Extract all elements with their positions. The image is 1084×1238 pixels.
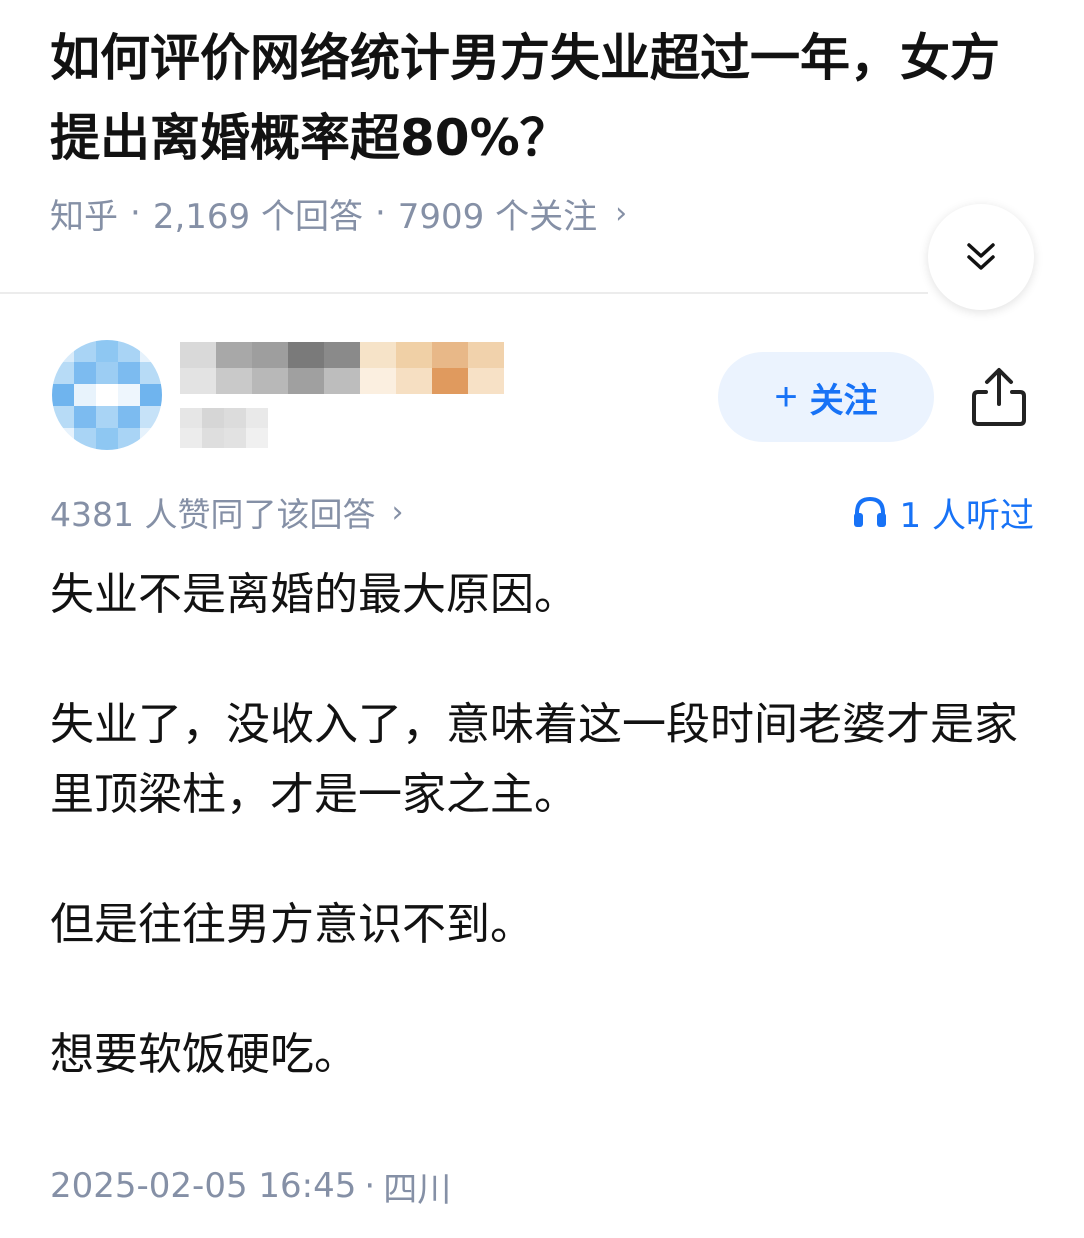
answer-paragraph: 想要软饭硬吃。 — [50, 1029, 358, 1080]
name-pixel — [324, 342, 360, 368]
meta-separator: · — [130, 193, 141, 233]
avatar[interactable] — [52, 340, 162, 450]
avatar-pixel — [74, 340, 96, 362]
meta-separator: · — [374, 193, 386, 233]
avatar-pixel — [96, 384, 118, 406]
avatar-pixel — [74, 406, 96, 428]
question-meta[interactable]: 知乎 · 2,169 个回答 · 7909 个关注 › — [50, 188, 627, 238]
question-title[interactable]: 如何评价网络统计男方失业超过一年，女方提出离婚概率超80%？ — [50, 18, 1040, 178]
avatar-pixel — [140, 362, 162, 384]
answer-content: 失业不是离婚的最大原因。 失业了，没收入了，意味着这一段时间老婆才是家里顶梁柱，… — [50, 560, 1040, 1150]
avatar-pixel — [140, 428, 162, 450]
avatar-pixel — [74, 384, 96, 406]
listen-count: 1 人听过 — [899, 495, 1034, 536]
answer-count: 2,169 个回答 — [152, 196, 363, 237]
author-name-blurred[interactable] — [180, 342, 504, 394]
avatar-pixel — [118, 406, 140, 428]
avatar-pixel — [118, 362, 140, 384]
answer-paragraph: 失业不是离婚的最大原因。 — [50, 569, 578, 620]
share-icon — [972, 368, 1026, 426]
avatar-pixel — [52, 428, 74, 450]
name-pixel — [288, 342, 324, 368]
name-pixel — [432, 368, 468, 394]
follow-label: 关注 — [809, 381, 878, 420]
location: 四川 — [383, 1169, 452, 1210]
follower-count: 7909 个关注 — [397, 196, 598, 237]
name-pixel — [468, 368, 504, 394]
name-pixel — [252, 342, 288, 368]
name-pixel — [396, 368, 432, 394]
avatar-pixel — [52, 384, 74, 406]
headline-pixel — [180, 408, 202, 428]
avatar-pixel — [52, 340, 74, 362]
headline-pixel — [224, 428, 246, 448]
name-pixel — [324, 368, 360, 394]
avatar-pixel — [74, 362, 96, 384]
answer-paragraph: 失业了，没收入了，意味着这一段时间老婆才是家里顶梁柱，才是一家之主。 — [50, 699, 1018, 820]
avatar-pixel — [52, 362, 74, 384]
name-pixel — [360, 342, 396, 368]
avatar-pixel — [96, 362, 118, 384]
headline-pixel — [246, 428, 268, 448]
vote-summary[interactable]: 4381 人赞同了该回答 › — [50, 488, 403, 536]
avatar-pixel — [52, 406, 74, 428]
avatar-pixel — [140, 406, 162, 428]
avatar-pixel — [118, 340, 140, 362]
avatar-pixel — [140, 384, 162, 406]
answer-paragraph: 但是往往男方意识不到。 — [50, 899, 534, 950]
headline-pixel — [202, 428, 224, 448]
divider — [0, 292, 928, 294]
double-chevron-down-icon — [967, 243, 995, 270]
avatar-pixel — [118, 428, 140, 450]
headline-pixel — [246, 408, 268, 428]
plus-icon: + — [774, 374, 798, 419]
name-pixel — [396, 342, 432, 368]
avatar-pixel — [96, 428, 118, 450]
avatar-pixel — [96, 406, 118, 428]
headline-pixel — [224, 408, 246, 428]
vote-count: 4381 人赞同了该回答 — [50, 495, 376, 534]
author-headline-blurred — [180, 408, 268, 448]
avatar-pixel — [140, 340, 162, 362]
chevron-right-icon: › — [391, 494, 404, 530]
name-pixel — [216, 368, 252, 394]
avatar-pixel — [118, 384, 140, 406]
share-button[interactable] — [966, 364, 1032, 430]
avatar-pixel — [96, 340, 118, 362]
name-pixel — [360, 368, 396, 394]
name-pixel — [288, 368, 324, 394]
meta-separator: · — [364, 1166, 376, 1206]
expand-button[interactable] — [928, 204, 1034, 310]
name-pixel — [216, 342, 252, 368]
name-pixel — [180, 342, 216, 368]
chevron-right-icon: › — [615, 195, 628, 231]
name-pixel — [468, 342, 504, 368]
avatar-pixel — [74, 428, 96, 450]
follow-button[interactable]: + 关注 — [718, 352, 934, 442]
headphones-icon — [853, 496, 886, 527]
timestamp: 2025-02-05 16:45 — [50, 1166, 357, 1206]
headline-pixel — [202, 408, 224, 428]
listen-button[interactable]: 1 人听过 — [852, 488, 1034, 536]
source-label: 知乎 — [50, 196, 118, 237]
headline-pixel — [180, 428, 202, 448]
name-pixel — [180, 368, 216, 394]
answer-footer: 2025-02-05 16:45 · 四川 — [50, 1160, 451, 1212]
name-pixel — [432, 342, 468, 368]
name-pixel — [252, 368, 288, 394]
